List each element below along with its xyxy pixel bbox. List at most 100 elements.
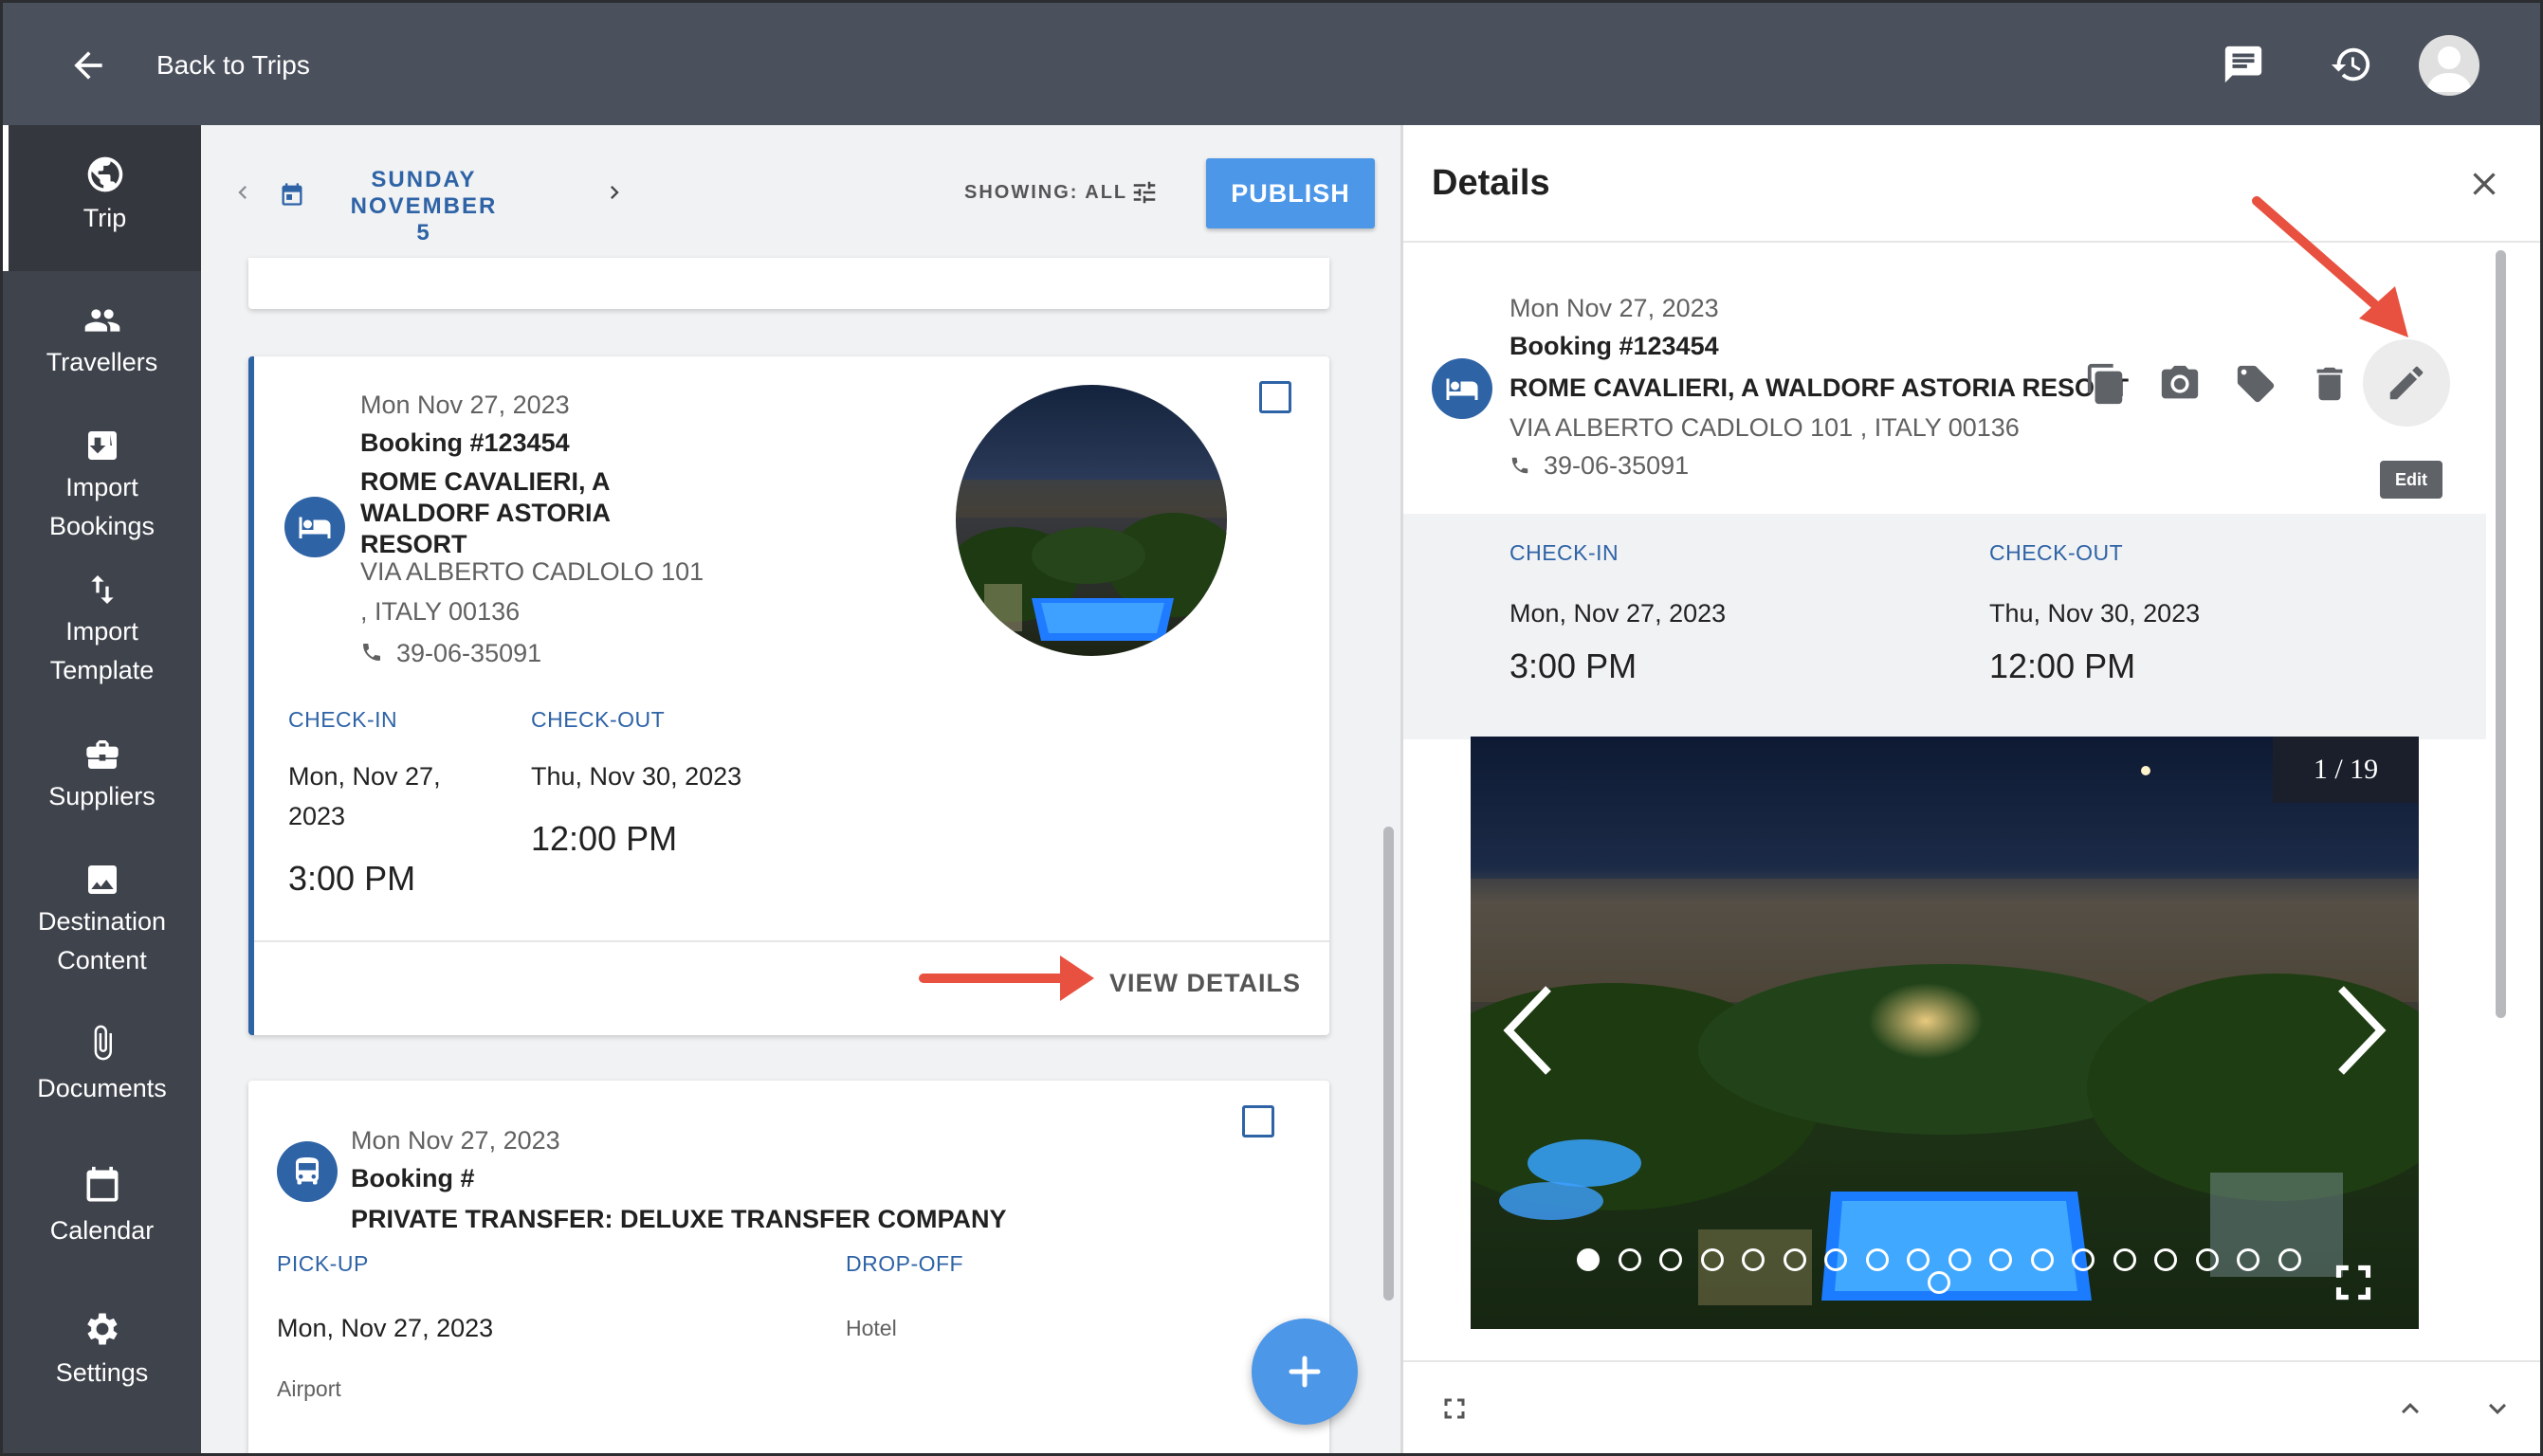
gallery-dot[interactable] <box>1927 1271 1950 1294</box>
sidebar-item-documents[interactable]: Documents <box>3 1020 201 1108</box>
sidebar-item-destination-content[interactable]: Destination Content <box>3 861 201 980</box>
gallery-dot[interactable] <box>1783 1248 1806 1271</box>
sidebar-item-suppliers[interactable]: Suppliers <box>3 736 201 816</box>
sidebar-item-calendar[interactable]: Calendar <box>3 1164 201 1250</box>
gallery-dot[interactable] <box>1989 1248 2012 1271</box>
publish-button[interactable]: PUBLISH <box>1206 158 1375 228</box>
trash-icon[interactable] <box>2308 362 2351 406</box>
sidebar: Trip Travellers Import Bookings Import T… <box>3 125 201 1453</box>
current-date[interactable]: SUNDAY NOVEMBER 5 <box>315 167 533 246</box>
gallery-dot[interactable] <box>2278 1248 2301 1271</box>
address-line: VIA ALBERTO CADLOLO 101 <box>360 557 704 586</box>
booking-number: Booking #123454 <box>360 428 570 457</box>
details-scrollbar[interactable] <box>2496 250 2506 1018</box>
download-box-icon <box>87 431 117 460</box>
chevron-up-icon[interactable] <box>2393 1392 2427 1426</box>
date-line-1: SUNDAY NOVEMBER <box>350 167 498 219</box>
transfer-booking-number: Booking # <box>351 1164 475 1192</box>
checkin-date: Mon, Nov 27, 2023 <box>288 756 441 836</box>
checkin-time: 3:00 PM <box>288 859 416 898</box>
chevron-left-icon[interactable] <box>229 179 256 206</box>
hotel-address: VIA ALBERTO CADLOLO 101 , ITALY 00136 <box>360 552 704 631</box>
expand-icon[interactable] <box>1437 1392 1472 1426</box>
hotel-thumbnail[interactable] <box>956 385 1227 656</box>
gallery-dot[interactable] <box>1948 1248 1971 1271</box>
gallery-dot[interactable] <box>2113 1248 2136 1271</box>
fullscreen-icon[interactable] <box>2324 1253 2383 1312</box>
back-to-trips-link[interactable]: Back to Trips <box>156 50 310 81</box>
phone-icon <box>1511 457 1528 474</box>
app-window: Back to Trips Trip Travellers Import Boo… <box>3 3 2540 1453</box>
details-check-times: CHECK-IN Mon, Nov 27, 2023 3:00 PM CHECK… <box>1403 514 2486 739</box>
gallery-dot[interactable] <box>2237 1248 2259 1271</box>
transfer-select-checkbox[interactable] <box>1242 1105 1274 1138</box>
gallery-dot[interactable] <box>1824 1248 1847 1271</box>
arrow-left-icon[interactable] <box>67 45 109 86</box>
gallery-next-icon[interactable] <box>2333 983 2390 1078</box>
checkout-label: CHECK-OUT <box>531 707 666 732</box>
gallery-dot[interactable] <box>1659 1248 1682 1271</box>
add-booking-button[interactable] <box>1252 1319 1358 1425</box>
gallery-dot[interactable] <box>2030 1248 2054 1271</box>
sidebar-item-import-template[interactable]: Import Template <box>3 571 201 690</box>
gear-icon <box>86 1313 118 1345</box>
photo-gallery[interactable]: 1 / 19 <box>1471 737 2419 1329</box>
avatar[interactable] <box>2419 35 2479 96</box>
pickup-date: Mon, Nov 27, 2023 <box>277 1314 494 1342</box>
view-details-button[interactable]: VIEW DETAILS <box>1109 969 1301 998</box>
showing-filter-label[interactable]: SHOWING: ALL <box>964 182 1127 204</box>
gallery-dot[interactable] <box>2195 1248 2219 1271</box>
calendar-icon[interactable] <box>279 181 305 208</box>
edit-tooltip: Edit <box>2380 461 2442 499</box>
details-date: Mon Nov 27, 2023 <box>1509 294 1719 322</box>
hotel-booking-card[interactable]: Mon Nov 27, 2023 Booking #123454 ROME CA… <box>248 356 1329 1035</box>
gallery-dot[interactable] <box>1577 1248 1600 1271</box>
hotel-phone: 39-06-35091 <box>396 639 542 667</box>
sidebar-item-trip[interactable]: Trip <box>3 125 201 271</box>
camera-icon[interactable] <box>2158 362 2202 406</box>
transfer-type-badge <box>277 1141 338 1202</box>
phone-icon <box>363 644 380 661</box>
top-bar: Back to Trips <box>3 3 2540 125</box>
gallery-dot[interactable] <box>1907 1248 1930 1271</box>
transfer-booking-card[interactable]: Mon Nov 27, 2023 Booking # PRIVATE TRANS… <box>248 1081 1329 1453</box>
gallery-dot[interactable] <box>1742 1248 1765 1271</box>
previous-booking-card[interactable] <box>248 258 1329 309</box>
sidebar-item-label: Trip <box>82 204 127 232</box>
user-silhouette-icon <box>2426 46 2472 92</box>
details-footer-divider <box>1403 1360 2540 1362</box>
gallery-dot[interactable] <box>1865 1248 1889 1271</box>
hotel-select-checkbox[interactable] <box>1259 381 1291 413</box>
sidebar-item-import-bookings[interactable]: Import Bookings <box>3 427 201 546</box>
dropoff-place: Hotel <box>846 1316 897 1340</box>
sidebar-item-label: Calendar <box>49 1216 155 1245</box>
image-icon <box>87 865 117 894</box>
sidebar-item-travellers[interactable]: Travellers <box>3 301 201 382</box>
chat-icon[interactable] <box>2222 43 2265 86</box>
transfer-date: Mon Nov 27, 2023 <box>351 1126 560 1155</box>
middle-scrollbar[interactable] <box>1383 827 1394 1301</box>
bus-icon <box>296 1157 319 1185</box>
gallery-dot[interactable] <box>2072 1248 2095 1271</box>
chevron-right-icon[interactable] <box>601 179 628 206</box>
gallery-dot[interactable] <box>2154 1248 2177 1271</box>
edit-button[interactable] <box>2363 339 2450 427</box>
tune-icon[interactable] <box>1130 178 1159 207</box>
gallery-dot[interactable] <box>1700 1248 1724 1271</box>
pickup-label: PICK-UP <box>277 1251 369 1276</box>
swap-vertical-icon <box>90 575 114 604</box>
close-icon[interactable] <box>2465 165 2503 203</box>
history-icon[interactable] <box>2330 43 2373 86</box>
gallery-prev-icon[interactable] <box>1499 983 1556 1078</box>
tag-icon[interactable] <box>2234 362 2278 406</box>
checkin-date-line: Mon, Nov 27, <box>288 762 441 791</box>
sidebar-item-label: Import Bookings <box>48 473 156 540</box>
gallery-dot[interactable] <box>1618 1248 1641 1271</box>
chevron-down-icon[interactable] <box>2480 1392 2515 1426</box>
date-line-2: 5 <box>416 220 431 246</box>
details-checkout-date: Thu, Nov 30, 2023 <box>1989 599 2201 628</box>
sidebar-item-settings[interactable]: Settings <box>3 1308 201 1392</box>
copy-icon[interactable] <box>2084 362 2128 406</box>
details-phone: 39-06-35091 <box>1544 451 1690 480</box>
details-checkin-label: CHECK-IN <box>1509 540 1619 565</box>
